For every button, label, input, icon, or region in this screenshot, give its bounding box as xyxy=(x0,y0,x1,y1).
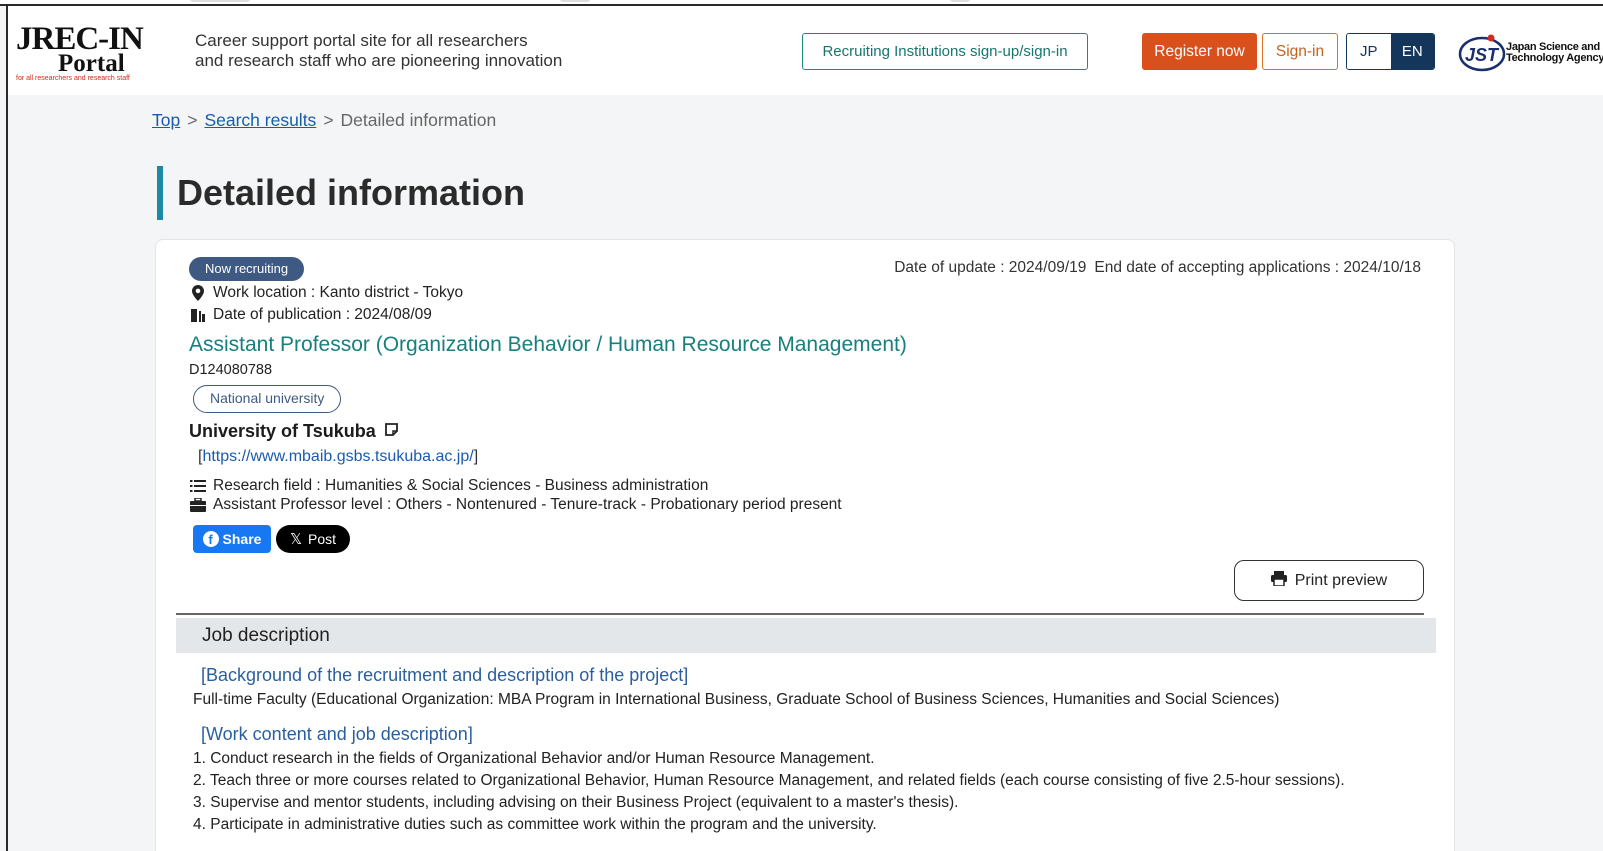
site-header: JREC-IN Portal for all researchers and r… xyxy=(8,6,1603,95)
lang-en-button[interactable]: EN xyxy=(1390,34,1434,69)
job-title: Assistant Professor (Organization Behavi… xyxy=(189,333,907,356)
tagline-line-2: and research staff who are pioneering in… xyxy=(195,51,563,70)
x-post-button[interactable]: 𝕏 Post xyxy=(276,525,350,553)
breadcrumb-separator: > xyxy=(187,110,198,130)
work-item: 3. Supervise and mentor students, includ… xyxy=(193,794,959,811)
job-id: D124080788 xyxy=(189,362,273,378)
position-level-clip: Assistant Professor level : Others - Non… xyxy=(189,494,1089,512)
publication-date-row: Date of publication : 2024/08/09 xyxy=(189,306,432,324)
language-switcher: JP EN xyxy=(1346,33,1435,70)
logo-subtitle: for all researchers and research staff xyxy=(16,75,130,82)
research-field: Research field : Humanities & Social Sci… xyxy=(213,477,709,494)
work-location: Work location : Kanto district - Tokyo xyxy=(213,284,464,301)
breadcrumb-current: Detailed information xyxy=(340,110,497,130)
jst-name: Japan Science and Technology Agency xyxy=(1506,41,1603,64)
facebook-share-button[interactable]: f Share xyxy=(193,525,271,553)
facebook-share-label: Share xyxy=(222,531,262,547)
frame-border xyxy=(6,4,8,851)
print-preview-label: Print preview xyxy=(1294,571,1388,589)
work-item: 1. Conduct research in the fields of Org… xyxy=(193,750,875,767)
breadcrumb-search-results-link[interactable]: Search results xyxy=(204,110,316,130)
tagline-line-1: Career support portal site for all resea… xyxy=(195,31,528,50)
map-pin-icon xyxy=(189,285,207,301)
facebook-icon: f xyxy=(202,531,219,547)
end-date-applications: End date of accepting applications : 202… xyxy=(1094,259,1421,276)
work-item: 2. Teach three or more courses related t… xyxy=(193,772,1345,789)
register-button[interactable]: Register now xyxy=(1142,33,1257,70)
background-text: Full-time Faculty (Educational Organizat… xyxy=(193,691,1280,708)
research-field-row: Research field : Humanities & Social Sci… xyxy=(189,477,708,495)
svg-text:JST: JST xyxy=(1465,45,1500,65)
jst-logo[interactable]: JST Japan Science and Technology Agency xyxy=(1458,30,1603,74)
background-heading: [Background of the recruitment and descr… xyxy=(201,665,689,685)
site-tagline: Career support portal site for all resea… xyxy=(195,31,562,71)
jst-mark-icon: JST xyxy=(1458,34,1506,72)
institution-type-badge: National university xyxy=(193,385,342,413)
job-dates: Date of update : 2024/09/19 End date of a… xyxy=(894,259,1421,277)
status-badge: Now recruiting xyxy=(189,257,305,281)
breadcrumb-top-link[interactable]: Top xyxy=(152,110,180,130)
institution-url-row: [https://www.mbaib.gsbs.tsukuba.ac.jp/] xyxy=(198,448,479,465)
institution-url-link[interactable]: https://www.mbaib.gsbs.tsukuba.ac.jp/ xyxy=(202,448,473,465)
x-post-label: Post xyxy=(308,531,337,547)
institution-name: University of Tsukuba xyxy=(189,421,376,441)
job-detail-card: Now recruiting Date of update : 2024/09/… xyxy=(155,239,1455,851)
list-icon xyxy=(189,478,207,494)
work-location-row: Work location : Kanto district - Tokyo xyxy=(189,284,463,302)
signin-button[interactable]: Sign-in xyxy=(1262,33,1338,70)
position-level: Assistant Professor level : Others - Non… xyxy=(213,496,842,512)
publication-icon xyxy=(189,307,207,323)
publication-date: Date of publication : 2024/08/09 xyxy=(213,306,432,323)
jrec-in-logo[interactable]: JREC-IN Portal for all researchers and r… xyxy=(16,22,166,84)
work-content-heading: [Work content and job description] xyxy=(201,724,473,744)
institution-name-row: University of Tsukuba xyxy=(189,421,399,442)
breadcrumb: Top > Search results > Detailed information xyxy=(152,110,496,131)
print-preview-button[interactable]: Print preview xyxy=(1234,560,1424,601)
logo-portal: Portal xyxy=(58,50,125,77)
job-description-heading: Job description xyxy=(176,618,1436,653)
briefcase-icon xyxy=(189,497,207,512)
page-title: Detailed information xyxy=(157,166,525,220)
section-divider xyxy=(176,613,1424,615)
x-logo-icon: 𝕏 xyxy=(289,531,303,548)
position-level-row: Assistant Professor level : Others - Non… xyxy=(189,496,842,512)
lang-jp-button[interactable]: JP xyxy=(1347,34,1391,69)
printer-icon xyxy=(1270,570,1287,591)
breadcrumb-separator: > xyxy=(323,110,334,130)
date-of-update: Date of update : 2024/09/19 xyxy=(894,259,1087,276)
work-item: 4. Participate in administrative duties … xyxy=(193,816,877,833)
institutions-signin-button[interactable]: Recruiting Institutions sign-up/sign-in xyxy=(802,33,1088,70)
note-icon[interactable] xyxy=(384,421,399,442)
